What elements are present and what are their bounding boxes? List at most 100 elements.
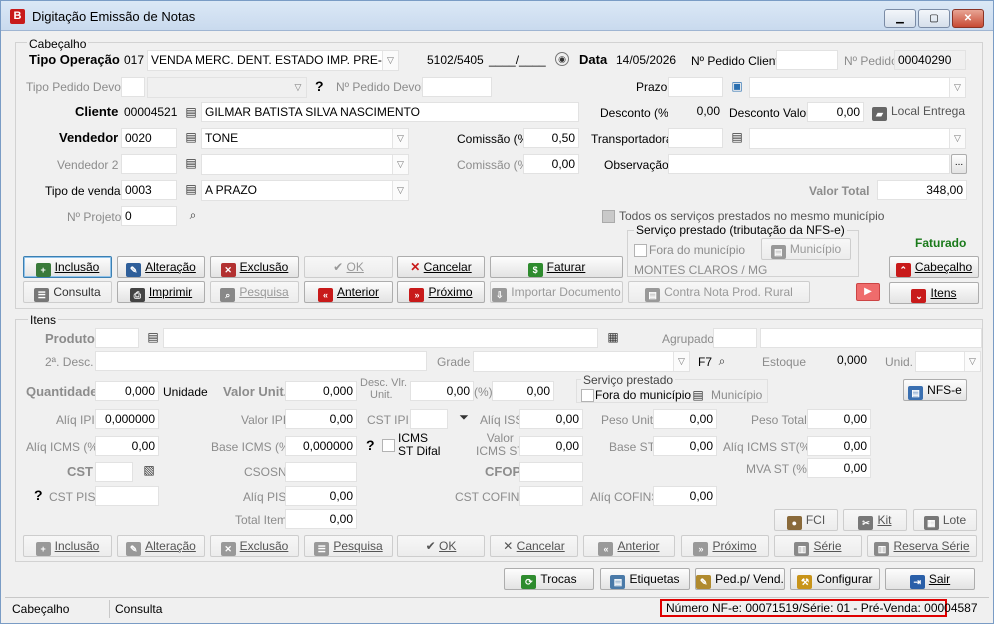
aliq-icms-st-field[interactable]: 0,00 <box>807 436 871 456</box>
agrupado-desc[interactable] <box>760 328 982 348</box>
grade-select[interactable]: ▽ <box>473 351 690 372</box>
cfop-field[interactable] <box>519 462 583 482</box>
unid-select[interactable]: ▽ <box>915 351 981 372</box>
item-inclusao-button[interactable]: + Inclusão <box>23 535 112 557</box>
item-municipio-label[interactable]: Município <box>711 387 762 403</box>
nfse-button[interactable]: ▤ NFS-e <box>903 379 967 401</box>
cabecalho-button[interactable]: ⌃ Cabeçalho <box>889 256 979 278</box>
filter-icon[interactable]: ⏷ <box>455 409 473 425</box>
tipo-venda-code[interactable]: 0003 <box>121 180 177 200</box>
agrupado-code[interactable] <box>713 328 757 348</box>
aliq-pis-field[interactable]: 0,00 <box>285 486 357 506</box>
lookup-icon[interactable]: ▤ <box>182 155 200 171</box>
tipo-operacao-code[interactable]: 017 <box>121 51 147 71</box>
tipo-venda-select[interactable]: A PRAZO ▽ <box>201 180 409 201</box>
barcode-icon[interactable]: ▦ <box>604 329 622 345</box>
cancelar-button[interactable]: ✕ Cancelar <box>397 256 485 278</box>
fci-button[interactable]: ● FCI <box>774 509 838 531</box>
importar-documento-button[interactable]: ⇩ Importar Documento <box>490 281 623 303</box>
projeto-field[interactable]: 0 <box>121 206 177 226</box>
exclusao-button[interactable]: ✕ Exclusão <box>210 256 299 278</box>
pedido-cliente-field[interactable] <box>776 50 838 70</box>
alteracao-button[interactable]: ✎ Alteração <box>117 256 205 278</box>
transportadora-select[interactable]: ▽ <box>749 128 966 149</box>
tipo-operacao-select[interactable]: VENDA MERC. DENT. ESTADO IMP. PRE-VEN ▽ <box>147 50 399 71</box>
valor-icms-st-field[interactable]: 0,00 <box>519 436 583 456</box>
aliq-ipi-field[interactable]: 0,000000 <box>95 409 159 429</box>
item-cancelar-button[interactable]: ✕ Cancelar <box>490 535 578 557</box>
cliente-code[interactable]: 00004521 <box>121 103 179 123</box>
lookup-icon[interactable]: ▤ <box>182 181 200 197</box>
item-alteracao-button[interactable]: ✎ Alteração <box>117 535 205 557</box>
play-button[interactable]: ▶ <box>856 283 880 301</box>
vendedor2-code[interactable] <box>121 154 177 174</box>
lookup-icon[interactable]: ▤ <box>182 104 200 120</box>
lookup-icon[interactable]: ▤ <box>182 129 200 145</box>
aliq-iss-field[interactable]: 0,00 <box>519 409 583 429</box>
comissao-field[interactable]: 0,50 <box>523 128 579 148</box>
prazo-field[interactable] <box>668 77 723 97</box>
minimize-button[interactable]: ▁ <box>884 9 916 28</box>
lote-button[interactable]: ▦ Lote <box>913 509 977 531</box>
observacao-field[interactable] <box>668 154 950 174</box>
desconto-field[interactable]: 0,00 <box>668 102 723 122</box>
settings-icon[interactable]: ◉ <box>555 52 569 66</box>
faturar-button[interactable]: $ Faturar <box>490 256 623 278</box>
csosn-field[interactable] <box>285 462 357 482</box>
document-icon[interactable]: ▤ <box>689 387 707 403</box>
cst-field[interactable] <box>95 462 133 482</box>
produto-desc[interactable] <box>163 328 598 348</box>
tipo-pedido-devol-select[interactable]: ▽ <box>147 77 307 98</box>
desc-vlr-unit-field[interactable]: 0,00 <box>410 381 474 401</box>
lookup-icon[interactable]: ▤ <box>728 129 746 145</box>
aliq-cofins-field[interactable]: 0,00 <box>653 486 717 506</box>
icms-st-difal-checkbox[interactable] <box>382 439 395 452</box>
anterior-button[interactable]: «Anterior <box>304 281 393 303</box>
list-icon[interactable]: ▧ <box>140 462 158 478</box>
item-anterior-button[interactable]: «Anterior <box>583 535 675 557</box>
maximize-button[interactable]: ▢ <box>918 9 950 28</box>
cst-ipi-field[interactable] <box>410 409 448 429</box>
item-ok-button[interactable]: ✔ OK <box>397 535 485 557</box>
todos-servicos-checkbox[interactable] <box>602 210 615 223</box>
quantidade-field[interactable]: 0,000 <box>95 381 159 401</box>
desc-vlr-unit-value2[interactable]: 0,00 <box>492 381 554 401</box>
valor-unit-field[interactable]: 0,000 <box>285 381 357 401</box>
inclusao-button[interactable]: + Inclusão <box>23 256 112 278</box>
mva-st-field[interactable]: 0,00 <box>807 458 871 478</box>
more-button[interactable]: ... <box>951 154 967 174</box>
desconto-valor-field[interactable]: 0,00 <box>807 102 864 122</box>
item-proximo-button[interactable]: » Próximo <box>681 535 769 557</box>
valor-ipi-field[interactable]: 0,00 <box>285 409 357 429</box>
fora-municipio-checkbox[interactable] <box>634 244 647 257</box>
tipo-pedido-devol-code[interactable] <box>121 77 145 97</box>
imprimir-button[interactable]: ⎙ Imprimir <box>117 281 205 303</box>
item-exclusao-button[interactable]: ✕ Exclusão <box>210 535 299 557</box>
search-icon[interactable]: ⌕ <box>713 353 731 369</box>
produto-code[interactable] <box>95 328 139 348</box>
contra-nota-button[interactable]: ▤ Contra Nota Prod. Rural <box>628 281 810 303</box>
configurar-button[interactable]: ⚒ Configurar <box>790 568 880 590</box>
calendar-icon[interactable]: ▣ <box>728 78 746 94</box>
base-icms-field[interactable]: 0,000000 <box>285 436 357 456</box>
search-icon[interactable]: ⌕ <box>184 207 202 223</box>
pesquisa-button[interactable]: ⌕ Pesquisa <box>210 281 299 303</box>
municipio-button[interactable]: ▤ Município <box>761 238 851 260</box>
cst-pis-field[interactable] <box>95 486 159 506</box>
consulta-button[interactable]: ☰ Consulta <box>23 281 112 303</box>
transportadora-code[interactable] <box>668 128 723 148</box>
data-field[interactable]: 14/05/2026 <box>613 51 683 71</box>
cliente-name[interactable]: GILMAR BATISTA SILVA NASCIMENTO <box>201 102 579 122</box>
ped-vend-button[interactable]: ✎ Ped.p/ Vend. <box>695 568 785 590</box>
item-pesquisa-button[interactable]: ☰ Pesquisa <box>304 535 393 557</box>
trocas-button[interactable]: ⟳ Trocas <box>504 568 594 590</box>
item-reserva-serie-button[interactable]: ▥ Reserva Série <box>867 535 977 557</box>
base-st-field[interactable]: 0,00 <box>653 436 717 456</box>
pedido-devol-field[interactable] <box>422 77 492 97</box>
desc2-field[interactable] <box>95 351 427 371</box>
local-entrega-button[interactable]: ▰ Local Entrega <box>870 101 967 123</box>
itens-button[interactable]: ⌄ Itens <box>889 282 979 304</box>
lookup-icon[interactable]: ▤ <box>144 329 162 345</box>
ok-button[interactable]: ✔ OK <box>304 256 393 278</box>
vendedor2-select[interactable]: ▽ <box>201 154 409 175</box>
